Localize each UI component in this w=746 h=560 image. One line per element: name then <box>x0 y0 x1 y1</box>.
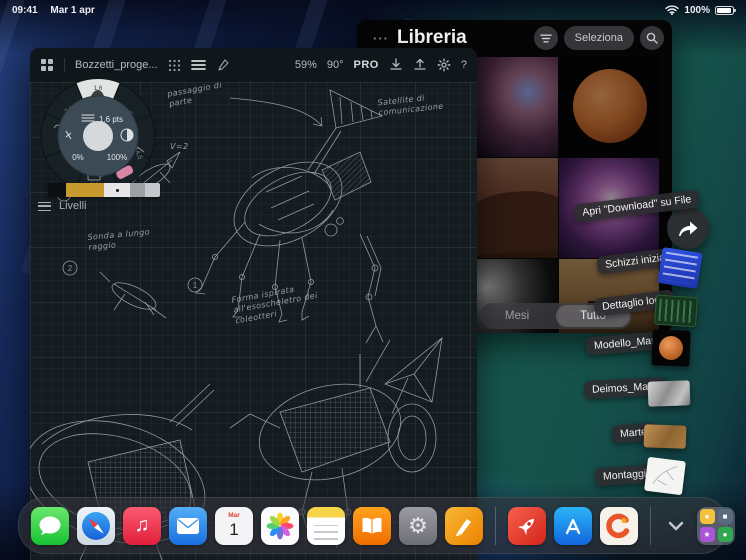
drag-thumbnail-mars-model[interactable] <box>651 329 690 366</box>
share-drop-button[interactable] <box>667 207 709 249</box>
menu-lines-icon <box>540 34 552 43</box>
annotation-v2: V=2 <box>170 142 188 152</box>
tool-wheel[interactable]: 1,6 7,3 5,5 14,5 6,9 1,6 pts <box>38 76 158 196</box>
dock-collapse-button[interactable] <box>663 521 689 531</box>
layers-button[interactable]: Livelli <box>38 200 87 212</box>
dock-app-messages[interactable] <box>31 507 69 545</box>
forward-arrow-icon <box>677 220 699 237</box>
open-book-icon <box>360 515 384 537</box>
rotation-value[interactable]: 90° <box>327 59 344 71</box>
precision-grid-icon[interactable] <box>168 59 181 72</box>
filter-menu-button[interactable] <box>534 26 558 50</box>
chevron-down-icon <box>668 521 684 531</box>
battery-icon <box>715 6 734 15</box>
dock-divider <box>650 507 651 545</box>
c-swirl-icon <box>606 513 632 539</box>
app-library-tile-yellow: ● <box>700 509 715 524</box>
envelope-icon <box>176 517 200 535</box>
status-bar: 09:41 Mar 1 apr 100% <box>0 0 746 20</box>
drag-thumbnail-marte[interactable] <box>644 424 687 448</box>
date: Mar 1 apr <box>50 5 94 16</box>
clock: 09:41 <box>12 5 38 16</box>
color-swatch-bar[interactable] <box>48 183 160 197</box>
svg-text:1: 1 <box>193 281 198 290</box>
arm-sketch <box>360 234 383 343</box>
swatch-gold[interactable] <box>66 183 104 197</box>
dock-app-mail[interactable] <box>169 507 207 545</box>
drag-thumbnail-logo[interactable] <box>654 295 698 328</box>
battery-percent: 100% <box>684 5 710 16</box>
page-title: Libreria <box>397 27 467 49</box>
dock-app-photos[interactable] <box>261 507 299 545</box>
import-icon[interactable] <box>389 58 403 72</box>
dock-app-library[interactable]: ● ■ ★ ● <box>697 507 735 545</box>
dock-app-notes[interactable] <box>307 507 345 545</box>
chat-bubble-icon <box>38 515 62 537</box>
dock-app-rocket[interactable] <box>508 507 546 545</box>
calendar-day: 1 <box>229 521 238 538</box>
dock-app-sketch-pen[interactable] <box>445 507 483 545</box>
select-button[interactable]: Seleziona <box>564 26 634 50</box>
dock-app-settings[interactable]: ⚙ <box>399 507 437 545</box>
pen-mode-icon[interactable] <box>216 58 230 72</box>
status-left: 09:41 Mar 1 apr <box>12 5 105 16</box>
dock: ♫ Mar 1 <box>18 497 728 554</box>
dock-app-safari[interactable] <box>77 507 115 545</box>
concepts-window: Bozzetti_proge... 59% 90° PRO <box>30 48 477 560</box>
compass-icon <box>80 510 112 542</box>
rocket-icon <box>515 514 539 538</box>
zoom-level[interactable]: 59% <box>295 59 317 71</box>
window-controls-dots[interactable]: ··· <box>373 31 389 46</box>
calendar-month: Mar <box>228 513 240 520</box>
settings-gear-icon[interactable] <box>437 58 451 72</box>
color-well[interactable] <box>83 121 113 151</box>
export-share-icon[interactable] <box>413 58 427 72</box>
wifi-icon <box>665 5 679 15</box>
status-right: 100% <box>665 5 734 16</box>
dock-app-appstore[interactable] <box>554 507 592 545</box>
wheel-size-selected: 1,6 <box>94 86 103 92</box>
ipad-screen: 09:41 Mar 1 apr 100% ··· Libreria Selezi… <box>0 0 746 560</box>
app-menu-icon[interactable] <box>40 58 54 72</box>
search-icon <box>646 32 658 44</box>
svg-text:2: 2 <box>68 264 73 273</box>
help-button[interactable]: ? <box>461 59 467 71</box>
search-button[interactable] <box>640 26 664 50</box>
appstore-a-icon <box>561 514 585 538</box>
swatch-light-selected[interactable] <box>104 183 130 197</box>
swatch-lightgray[interactable] <box>145 183 160 197</box>
music-note-icon: ♫ <box>135 514 150 537</box>
drag-thumbnail-montaggio[interactable] <box>644 457 686 495</box>
app-library-tile-blue: ■ <box>718 509 733 524</box>
photo-thumbnail-mars-globe[interactable] <box>559 57 659 157</box>
swatch-black[interactable] <box>48 183 66 197</box>
photos-flower-icon <box>265 511 295 541</box>
opacity-max-label: 100% <box>107 153 127 162</box>
layers-icon <box>38 202 51 211</box>
opacity-min-label: 0% <box>72 153 84 162</box>
pen-icon <box>452 514 476 538</box>
gear-icon: ⚙ <box>408 513 428 539</box>
app-library-tile-green: ● <box>718 527 733 542</box>
drag-thumbnail-deimos[interactable] <box>648 380 691 406</box>
drag-thumbnail-schizzi[interactable] <box>657 247 702 289</box>
dock-app-c-paint[interactable] <box>600 507 638 545</box>
app-library-tile-purple: ★ <box>700 527 715 542</box>
dock-app-calendar[interactable]: Mar 1 <box>215 507 253 545</box>
dock-app-music[interactable]: ♫ <box>123 507 161 545</box>
tab-months[interactable]: Mesi <box>480 310 554 322</box>
layers-label: Livelli <box>59 200 87 212</box>
dock-divider <box>495 507 496 545</box>
pro-badge[interactable]: PRO <box>354 59 379 71</box>
dock-app-books[interactable] <box>353 507 391 545</box>
layers-tool-icon[interactable] <box>191 59 206 71</box>
document-title[interactable]: Bozzetti_proge... <box>75 59 158 71</box>
swatch-gray[interactable] <box>130 183 145 197</box>
